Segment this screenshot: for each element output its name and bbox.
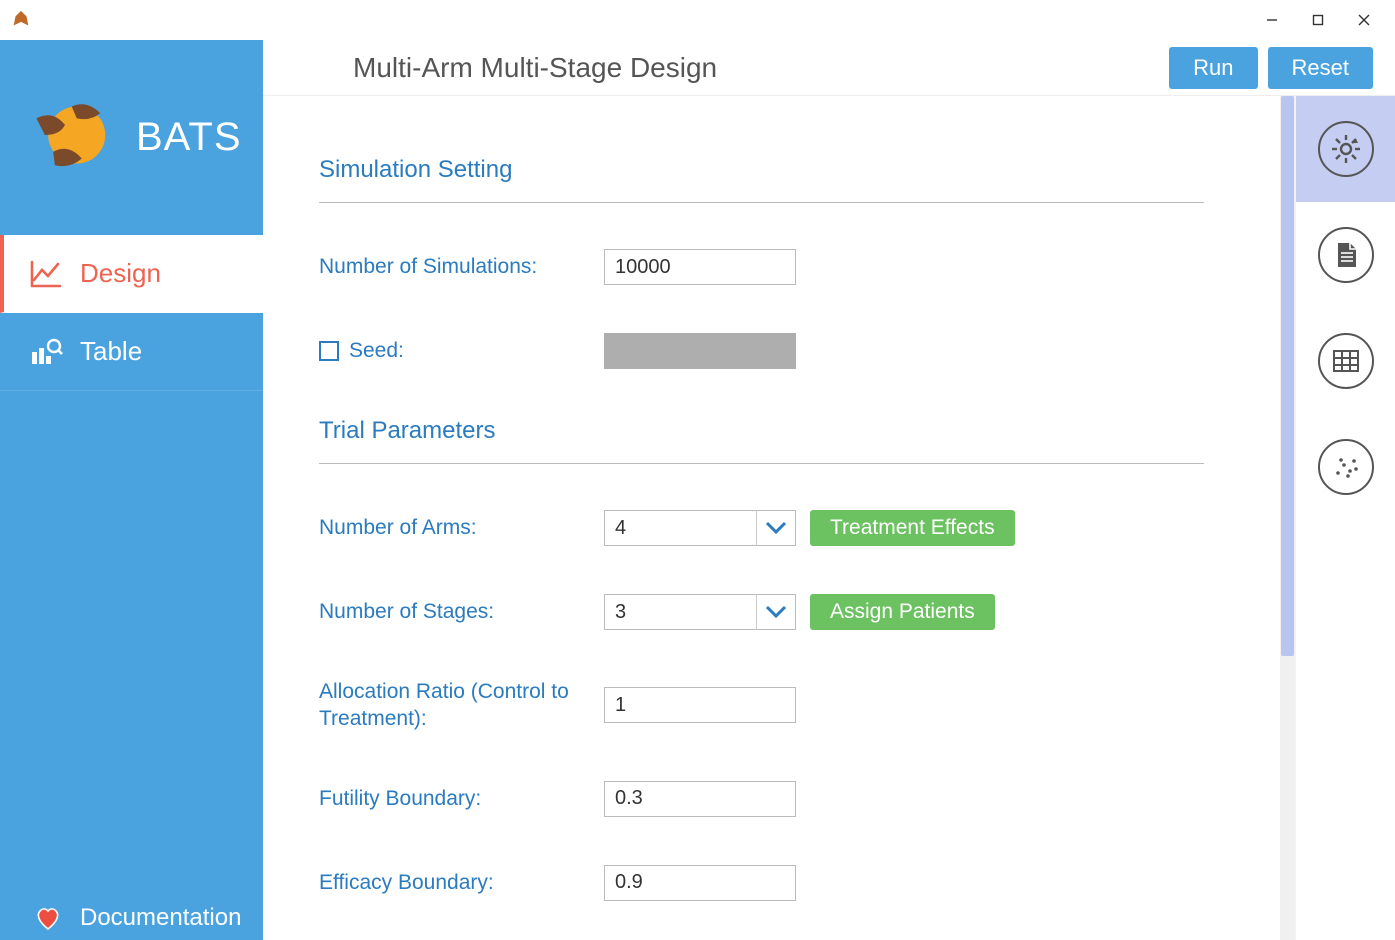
assign-patients-button[interactable]: Assign Patients [810, 594, 995, 630]
sidebar-item-label: Design [80, 258, 161, 289]
n-sim-input[interactable] [604, 249, 796, 285]
treatment-effects-button[interactable]: Treatment Effects [810, 510, 1015, 546]
scrollbar-track[interactable] [1280, 96, 1295, 940]
rail-item-table[interactable] [1296, 308, 1395, 414]
sidebar-item-documentation[interactable]: Documentation [0, 904, 263, 932]
alloc-ratio-input[interactable] [604, 687, 796, 723]
section-rule [319, 463, 1204, 464]
sidebar-footer-label: Documentation [80, 904, 241, 932]
sidebar-item-table[interactable]: Table [0, 313, 263, 391]
form-area: Simulation Setting Number of Simulations… [263, 96, 1280, 940]
sidebar-item-design[interactable]: Design [0, 235, 263, 313]
header-row: Multi-Arm Multi-Stage Design Run Reset [263, 40, 1395, 96]
document-icon [1318, 227, 1374, 283]
n-stages-select[interactable]: 3 [604, 594, 796, 630]
brand-area: BATS [0, 40, 263, 235]
n-stages-value: 3 [604, 594, 756, 630]
heart-icon [34, 904, 62, 932]
efficacy-label: Efficacy Boundary: [319, 869, 604, 896]
efficacy-input[interactable] [604, 865, 796, 901]
rail-item-document[interactable] [1296, 202, 1395, 308]
chevron-down-icon[interactable] [756, 594, 796, 630]
section-title-simulation: Simulation Setting [319, 156, 1252, 184]
app-icon [10, 9, 32, 31]
n-stages-label: Number of Stages: [319, 598, 604, 625]
chart-line-icon [28, 256, 64, 292]
n-arms-select[interactable]: 4 [604, 510, 796, 546]
futility-input[interactable] [604, 781, 796, 817]
table-search-icon [28, 334, 64, 370]
run-button[interactable]: Run [1169, 47, 1257, 89]
brand-logo [28, 93, 112, 183]
scatter-icon [1318, 439, 1374, 495]
chevron-down-icon[interactable] [756, 510, 796, 546]
gear-icon [1318, 121, 1374, 177]
scrollbar-thumb[interactable] [1281, 96, 1294, 656]
n-arms-value: 4 [604, 510, 756, 546]
minimize-button[interactable] [1249, 4, 1295, 36]
section-title-trial: Trial Parameters [319, 417, 1252, 445]
n-arms-label: Number of Arms: [319, 514, 604, 541]
table-icon [1318, 333, 1374, 389]
window-controls [1249, 4, 1387, 36]
alloc-ratio-label: Allocation Ratio (Control to Treatment): [319, 678, 604, 733]
maximize-button[interactable] [1295, 4, 1341, 36]
futility-label: Futility Boundary: [319, 785, 604, 812]
seed-checkbox[interactable] [319, 341, 339, 361]
rail-item-settings[interactable] [1296, 96, 1395, 202]
sidebar: BATS Design Table [0, 40, 263, 940]
n-sim-label: Number of Simulations: [319, 253, 604, 280]
page-title: Multi-Arm Multi-Stage Design [353, 52, 717, 84]
reset-button[interactable]: Reset [1268, 47, 1373, 89]
right-rail [1295, 96, 1395, 940]
close-button[interactable] [1341, 4, 1387, 36]
brand-text: BATS [136, 115, 242, 160]
sidebar-item-label: Table [80, 336, 142, 367]
seed-input [604, 333, 796, 369]
seed-label: Seed: [349, 337, 404, 364]
title-bar [0, 0, 1395, 40]
section-rule [319, 202, 1204, 203]
rail-item-scatter[interactable] [1296, 414, 1395, 520]
